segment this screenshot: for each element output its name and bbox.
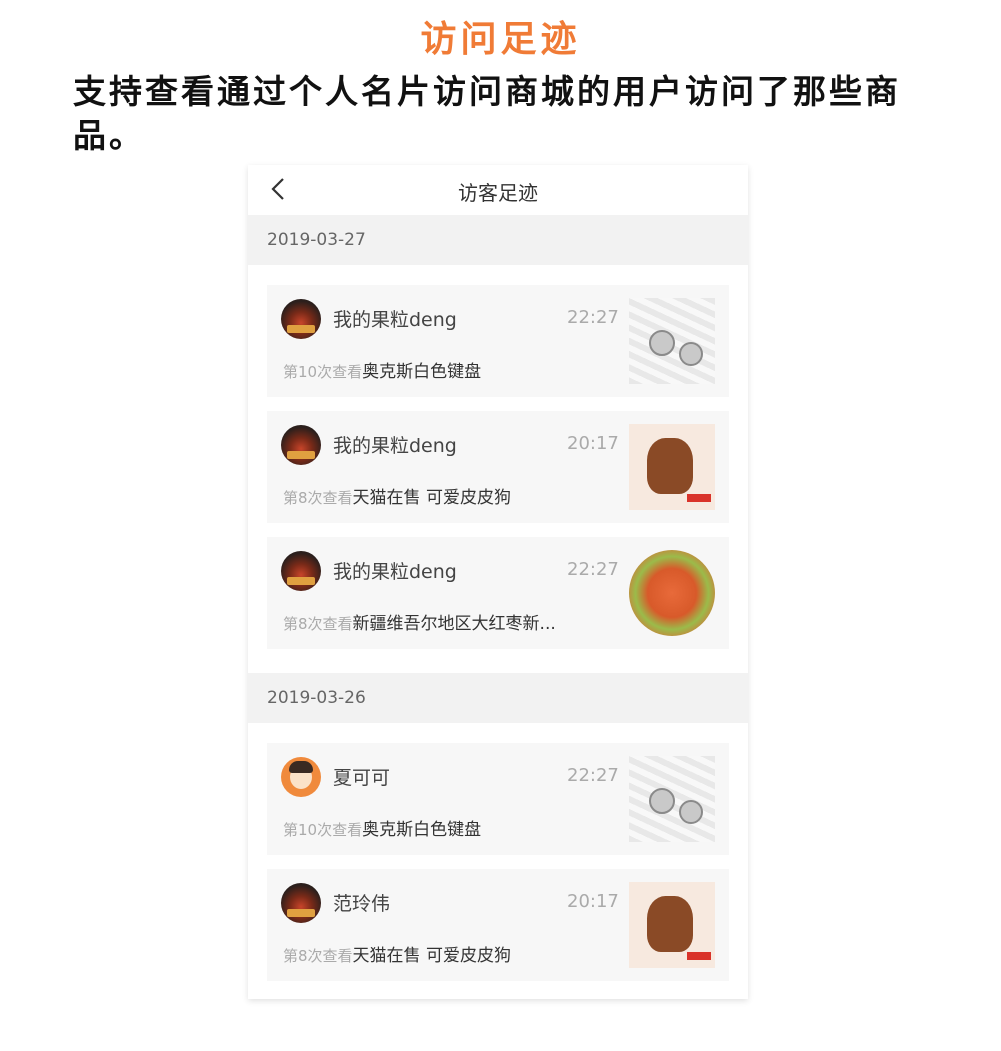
nav-title: 访客足迹 — [458, 181, 538, 205]
visit-card[interactable]: 我的果粒deng 20:17 第8次查看天猫在售 可爱皮皮狗 — [267, 411, 729, 523]
user-name: 范玲伟 — [333, 893, 391, 915]
visit-group: 我的果粒deng 22:27 第10次查看奥克斯白色键盘 我的果粒deng 20… — [248, 265, 748, 673]
visit-description: 第8次查看天猫在售 可爱皮皮狗 — [283, 483, 511, 508]
visit-time: 22:27 — [567, 559, 619, 580]
visit-description: 第8次查看天猫在售 可爱皮皮狗 — [283, 941, 511, 966]
avatar — [281, 299, 321, 339]
visit-count: 第8次查看 — [283, 489, 353, 507]
visit-count: 第10次查看 — [283, 363, 363, 381]
product-thumbnail[interactable] — [629, 298, 715, 384]
visit-group: 夏可可 22:27 第10次查看奥克斯白色键盘 范玲伟 20:17 第8次查看天… — [248, 723, 748, 999]
visit-count: 第8次查看 — [283, 947, 353, 965]
visit-time: 20:17 — [567, 433, 619, 454]
product-thumbnail[interactable] — [629, 550, 715, 636]
product-thumbnail[interactable] — [629, 424, 715, 510]
visit-time: 20:17 — [567, 891, 619, 912]
visit-time: 22:27 — [567, 307, 619, 328]
page-description: 支持查看通过个人名片访问商城的用户访问了那些商品。 — [73, 72, 901, 155]
visit-card[interactable]: 范玲伟 20:17 第8次查看天猫在售 可爱皮皮狗 — [267, 869, 729, 981]
user-name: 我的果粒deng — [333, 309, 457, 331]
user-name: 我的果粒deng — [333, 435, 457, 457]
visit-card[interactable]: 夏可可 22:27 第10次查看奥克斯白色键盘 — [267, 743, 729, 855]
date-header: 2019-03-26 — [248, 673, 748, 723]
product-thumbnail[interactable] — [629, 882, 715, 968]
visit-card[interactable]: 我的果粒deng 22:27 第10次查看奥克斯白色键盘 — [267, 285, 729, 397]
visit-description: 第10次查看奥克斯白色键盘 — [283, 357, 481, 382]
nav-bar: 访客足迹 — [248, 165, 748, 215]
date-header: 2019-03-27 — [248, 215, 748, 265]
product-thumbnail[interactable] — [629, 756, 715, 842]
user-name: 夏可可 — [333, 767, 391, 789]
visit-description: 第8次查看新疆维吾尔地区大红枣新... — [283, 609, 556, 634]
avatar — [281, 757, 321, 797]
visit-count: 第8次查看 — [283, 615, 353, 633]
phone-screen: 访客足迹 2019-03-27 我的果粒deng 22:27 第10次查看奥克斯… — [248, 165, 748, 999]
product-name: 天猫在售 可爱皮皮狗 — [352, 488, 511, 508]
user-name: 我的果粒deng — [333, 561, 457, 583]
avatar — [281, 883, 321, 923]
visit-count: 第10次查看 — [283, 821, 363, 839]
visit-card[interactable]: 我的果粒deng 22:27 第8次查看新疆维吾尔地区大红枣新... — [267, 537, 729, 649]
avatar — [281, 551, 321, 591]
avatar — [281, 425, 321, 465]
product-name: 奥克斯白色键盘 — [362, 362, 482, 382]
product-name: 奥克斯白色键盘 — [362, 820, 482, 840]
product-name: 新疆维吾尔地区大红枣新... — [352, 614, 556, 634]
visit-description: 第10次查看奥克斯白色键盘 — [283, 815, 481, 840]
visit-time: 22:27 — [567, 765, 619, 786]
page-title: 访问足迹 — [420, 19, 581, 60]
product-name: 天猫在售 可爱皮皮狗 — [352, 946, 511, 966]
